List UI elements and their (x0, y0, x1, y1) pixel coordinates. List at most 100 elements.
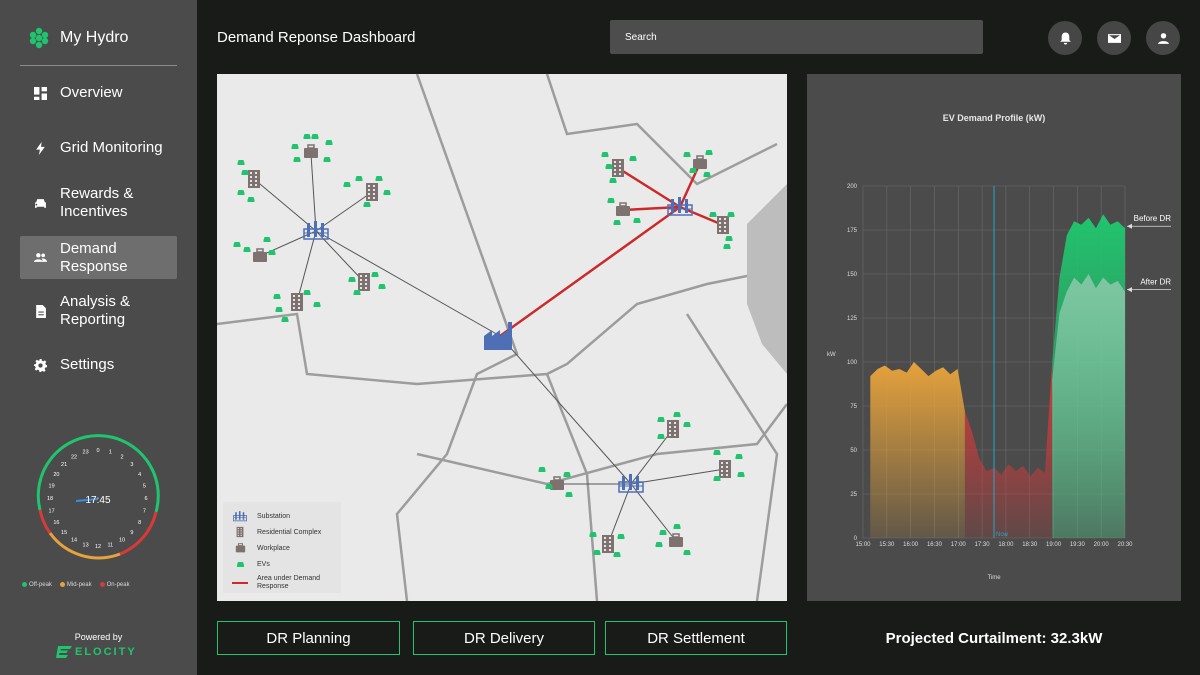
ev-icon (233, 242, 241, 247)
y-tick-label: 175 (847, 228, 858, 234)
ev-icon (323, 157, 331, 162)
water-body (747, 184, 787, 374)
residential-icon (719, 460, 731, 478)
clock-hour-label: 17 (49, 508, 55, 514)
y-tick-label: 50 (850, 448, 857, 454)
legend-label: Area under Demand Response (257, 575, 321, 590)
ev-icon (313, 302, 321, 307)
clock-hour-label: 0 (96, 448, 99, 454)
y-tick-label: 100 (847, 360, 858, 366)
clock-hour-label: 15 (61, 530, 67, 536)
legend-evs: EVs (231, 556, 333, 572)
x-tick-label: 16:00 (903, 542, 919, 548)
dr-settlement-button[interactable]: DR Settlement (605, 621, 787, 655)
workplace-icon (692, 155, 708, 170)
ev-icon (727, 212, 735, 217)
nav-analysis[interactable]: Analysis & Reporting (20, 291, 177, 331)
elocity-mark-icon (56, 646, 72, 658)
legend-dr-area: Area under Demand Response (231, 572, 333, 594)
ev-icon (363, 202, 371, 207)
workplace-icon (668, 533, 684, 548)
nav-settings[interactable]: Settings (20, 354, 177, 376)
residential-icon (366, 183, 378, 201)
nav-overview[interactable]: Overview (20, 82, 177, 104)
clock-legend: Off-peak Mid-peak On-peak (22, 582, 130, 588)
ev-icon (613, 552, 621, 557)
notifications-button[interactable] (1048, 21, 1082, 55)
x-tick-label: 16:30 (927, 542, 943, 548)
legend-label: Residential Complex (257, 528, 322, 536)
search-input[interactable]: Search (610, 20, 983, 54)
chart-canvas: 025507510012515017520015:00 15:30 16:00 16:… (827, 184, 1172, 581)
residential-icon (717, 216, 729, 234)
annotation-arrow (1127, 223, 1132, 229)
clock-hour-label: 23 (83, 450, 89, 456)
ev-icon (348, 277, 356, 282)
annotation-label: Before DR (1134, 214, 1172, 223)
residential-icon (358, 273, 370, 291)
grid-map[interactable]: Substation Residential Complex Workplace… (217, 74, 787, 601)
ev-icon (293, 157, 301, 162)
clock-hour-label: 12 (95, 544, 101, 550)
dr-line-swatch (232, 582, 248, 584)
ev-icon (705, 150, 713, 155)
workplace-icon (615, 202, 631, 217)
ev-icon (545, 484, 553, 489)
search-placeholder: Search (625, 31, 657, 43)
ev-icon (713, 450, 721, 455)
ev-icon (273, 294, 281, 299)
residential-icon (602, 535, 614, 553)
ev-icon (237, 160, 245, 165)
page-title: Demand Reponse Dashboard (217, 29, 416, 46)
ev-icon (601, 152, 609, 157)
nav-grid-monitoring[interactable]: Grid Monitoring (20, 137, 177, 159)
legend-label: EVs (257, 560, 270, 568)
y-axis-label: kW (827, 352, 836, 358)
x-tick-label: 15:30 (879, 542, 895, 548)
ev-icon (236, 561, 244, 567)
nav-rewards[interactable]: Rewards & Incentives (20, 183, 177, 223)
clock-hour-label: 4 (138, 472, 141, 478)
clock-hour-label: 6 (144, 496, 147, 502)
mid-peak-area (870, 362, 965, 538)
legend-mid-peak: Mid-peak (66, 582, 92, 589)
now-label: Now (996, 532, 1009, 538)
x-tick-label: 20:00 (1094, 542, 1110, 548)
tou-clock: 0 1 2 3 4 5 6 7 8 9 10 11 12 13 14 15 16 17 18 19 20 21 22 23 1… (30, 430, 166, 566)
lightning-icon (20, 141, 60, 155)
dr-planning-button[interactable]: DR Planning (217, 621, 400, 655)
nav-label: Analysis & Reporting (60, 293, 131, 328)
clock-hour-label: 11 (108, 542, 114, 548)
nav-label: Demand Response (60, 239, 128, 275)
substation-icon (667, 196, 693, 216)
ev-icon (371, 272, 379, 277)
dr-delivery-button[interactable]: DR Delivery (413, 621, 595, 655)
annotation-arrow (1127, 287, 1132, 293)
divider (20, 65, 177, 66)
x-tick-label: 19:00 (1046, 542, 1062, 548)
legend-workplace: Workplace (231, 540, 333, 556)
nav-demand-response[interactable]: Demand Response (20, 236, 177, 279)
residential-icon (612, 159, 624, 177)
ev-icon (633, 218, 641, 223)
substation-icon (233, 510, 247, 522)
messages-button[interactable] (1097, 21, 1131, 55)
profile-button[interactable] (1146, 21, 1180, 55)
x-tick-label: 19:30 (1070, 542, 1086, 548)
ev-icon (291, 144, 299, 149)
ev-icon (563, 472, 571, 477)
ev-icon (263, 237, 271, 242)
legend-on-peak: On-peak (106, 582, 130, 589)
ev-icon (683, 152, 691, 157)
residential-icon (291, 293, 303, 311)
mail-icon (1107, 33, 1121, 43)
ev-icon (241, 170, 249, 175)
y-tick-label: 150 (847, 272, 858, 278)
ev-icon (325, 140, 333, 145)
brand[interactable]: My Hydro (28, 26, 128, 50)
ev-icon (343, 182, 351, 187)
y-tick-label: 200 (847, 184, 858, 190)
clock-hour-label: 18 (47, 496, 53, 502)
dr-lines (499, 162, 724, 338)
ev-icon (383, 190, 391, 195)
